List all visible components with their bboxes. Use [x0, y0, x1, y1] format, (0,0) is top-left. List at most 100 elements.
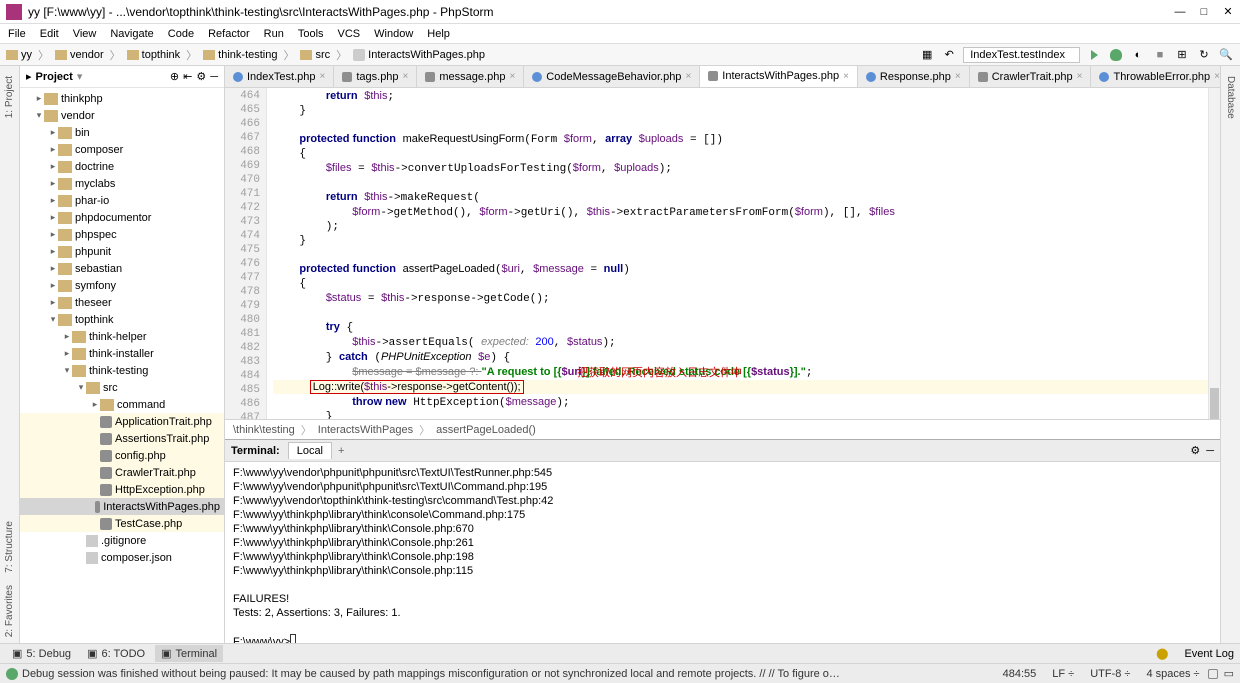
- tree-arrow-icon[interactable]: ▸: [90, 399, 100, 410]
- bottom-tab-6-todo[interactable]: ▣6: TODO: [81, 645, 151, 662]
- sidebar-target-icon[interactable]: ⊕: [170, 70, 179, 83]
- tab-close-icon[interactable]: ×: [403, 71, 409, 82]
- tree-item-think-installer[interactable]: ▸think-installer: [20, 345, 224, 362]
- code-crumb[interactable]: \think\testing: [233, 424, 295, 436]
- tree-item-myclabs[interactable]: ▸myclabs: [20, 175, 224, 192]
- file-tab-throwableerror-php[interactable]: ThrowableError.php×: [1091, 66, 1220, 88]
- editor-scrollbar[interactable]: [1208, 88, 1220, 419]
- sidebar-gear-icon[interactable]: ⚙: [196, 70, 206, 83]
- coverage-button[interactable]: ◐: [1130, 47, 1146, 63]
- minimize-button[interactable]: —: [1174, 6, 1186, 18]
- file-tab-tags-php[interactable]: tags.php×: [334, 66, 417, 88]
- terminal-tab-local[interactable]: Local: [288, 442, 332, 459]
- tree-arrow-icon[interactable]: ▸: [48, 195, 58, 206]
- tree-item-sebastian[interactable]: ▸sebastian: [20, 260, 224, 277]
- tree-item-symfony[interactable]: ▸symfony: [20, 277, 224, 294]
- run-button[interactable]: [1086, 47, 1102, 63]
- code-crumb[interactable]: assertPageLoaded(): [436, 424, 536, 436]
- tree-arrow-icon[interactable]: ▸: [48, 127, 58, 138]
- file-tab-codemessagebehavior-php[interactable]: CodeMessageBehavior.php×: [524, 66, 700, 88]
- tree-arrow-icon[interactable]: ▾: [76, 382, 86, 393]
- tree-item-testcase-php[interactable]: TestCase.php: [20, 515, 224, 532]
- menu-code[interactable]: Code: [168, 28, 194, 40]
- file-tab-indextest-php[interactable]: IndexTest.php×: [225, 66, 334, 88]
- tree-item--gitignore[interactable]: .gitignore: [20, 532, 224, 549]
- bottom-tab-terminal[interactable]: ▣Terminal: [155, 645, 223, 662]
- tree-item-doctrine[interactable]: ▸doctrine: [20, 158, 224, 175]
- code-editor[interactable]: return $this; } protected function makeR…: [267, 88, 1208, 419]
- file-tab-response-php[interactable]: Response.php×: [858, 66, 970, 88]
- crumb-item[interactable]: InteractsWithPages.php: [353, 49, 485, 61]
- tree-arrow-icon[interactable]: ▸: [48, 161, 58, 172]
- favorites-tool-tab[interactable]: 2: Favorites: [2, 579, 17, 643]
- tree-arrow-icon[interactable]: ▸: [48, 229, 58, 240]
- debug-button[interactable]: [1108, 47, 1124, 63]
- tree-arrow-icon[interactable]: ▸: [62, 348, 72, 359]
- tree-item-phpdocumentor[interactable]: ▸phpdocumentor: [20, 209, 224, 226]
- tree-arrow-icon[interactable]: ▸: [48, 144, 58, 155]
- tree-item-phpunit[interactable]: ▸phpunit: [20, 243, 224, 260]
- tree-arrow-icon[interactable]: ▸: [48, 246, 58, 257]
- stop-button[interactable]: ■: [1152, 47, 1168, 63]
- maximize-button[interactable]: □: [1198, 6, 1210, 18]
- tree-item-crawlertrait-php[interactable]: CrawlerTrait.php: [20, 464, 224, 481]
- menu-refactor[interactable]: Refactor: [208, 28, 250, 40]
- terminal-gear-icon[interactable]: ⚙: [1190, 444, 1200, 457]
- menu-run[interactable]: Run: [264, 28, 284, 40]
- terminal-hide-icon[interactable]: ─: [1206, 445, 1214, 457]
- menu-view[interactable]: View: [73, 28, 97, 40]
- update-button[interactable]: ↻: [1196, 47, 1212, 63]
- tree-arrow-icon[interactable]: ▸: [62, 331, 72, 342]
- sidebar-collapse-icon[interactable]: ⇤: [183, 70, 192, 83]
- structure-tool-tab[interactable]: 7: Structure: [2, 515, 17, 579]
- database-tool-tab[interactable]: Database: [1223, 70, 1238, 125]
- scrollbar-thumb[interactable]: [1210, 388, 1219, 419]
- menu-tools[interactable]: Tools: [298, 28, 324, 40]
- tree-arrow-icon[interactable]: ▸: [48, 212, 58, 223]
- close-button[interactable]: ✕: [1222, 6, 1234, 18]
- menu-file[interactable]: File: [8, 28, 26, 40]
- crumb-item[interactable]: vendor: [55, 49, 104, 61]
- code-crumb[interactable]: InteractsWithPages: [318, 424, 413, 436]
- tree-item-applicationtrait-php[interactable]: ApplicationTrait.php: [20, 413, 224, 430]
- tree-item-bin[interactable]: ▸bin: [20, 124, 224, 141]
- tab-close-icon[interactable]: ×: [955, 71, 961, 82]
- tree-arrow-icon[interactable]: ▾: [34, 110, 44, 121]
- tree-arrow-icon[interactable]: ▾: [48, 314, 58, 325]
- tree-arrow-icon[interactable]: ▸: [34, 93, 44, 104]
- file-tab-message-php[interactable]: message.php×: [417, 66, 524, 88]
- tree-item-composer-json[interactable]: composer.json: [20, 549, 224, 566]
- tree-item-phar-io[interactable]: ▸phar-io: [20, 192, 224, 209]
- sidebar-dropdown-icon[interactable]: ▾: [77, 70, 83, 83]
- layout-button[interactable]: ⊞: [1174, 47, 1190, 63]
- tree-item-theseer[interactable]: ▸theseer: [20, 294, 224, 311]
- tree-item-thinkphp[interactable]: ▸thinkphp: [20, 90, 224, 107]
- tree-arrow-icon[interactable]: ▸: [48, 280, 58, 291]
- search-button[interactable]: 🔍: [1218, 47, 1234, 63]
- menu-vcs[interactable]: VCS: [338, 28, 361, 40]
- bottom-tab-5-debug[interactable]: ▣5: Debug: [6, 645, 77, 662]
- tree-item-phpspec[interactable]: ▸phpspec: [20, 226, 224, 243]
- project-tool-tab[interactable]: 1: Project: [2, 70, 17, 124]
- menu-navigate[interactable]: Navigate: [110, 28, 153, 40]
- tree-item-think-helper[interactable]: ▸think-helper: [20, 328, 224, 345]
- tree-item-think-testing[interactable]: ▾think-testing: [20, 362, 224, 379]
- sidebar-hide-icon[interactable]: ─: [210, 71, 218, 83]
- file-tab-crawlertrait-php[interactable]: CrawlerTrait.php×: [970, 66, 1092, 88]
- crumb-item[interactable]: topthink: [127, 49, 181, 61]
- terminal-add-button[interactable]: +: [338, 445, 344, 457]
- tab-close-icon[interactable]: ×: [320, 71, 326, 82]
- menu-help[interactable]: Help: [427, 28, 450, 40]
- menu-edit[interactable]: Edit: [40, 28, 59, 40]
- tree-item-assertionstrait-php[interactable]: AssertionsTrait.php: [20, 430, 224, 447]
- project-tree[interactable]: ▸thinkphp▾vendor▸bin▸composer▸doctrine▸m…: [20, 88, 224, 643]
- crumb-item[interactable]: think-testing: [203, 49, 277, 61]
- tree-arrow-icon[interactable]: ▸: [48, 297, 58, 308]
- tree-item-config-php[interactable]: config.php: [20, 447, 224, 464]
- run-config-dropdown[interactable]: IndexTest.testIndex: [963, 47, 1080, 63]
- tree-arrow-icon[interactable]: ▸: [48, 178, 58, 189]
- file-tab-interactswithpages-php[interactable]: InteractsWithPages.php×: [700, 66, 858, 88]
- tree-item-topthink[interactable]: ▾topthink: [20, 311, 224, 328]
- nav-back-icon[interactable]: ↶: [941, 47, 957, 63]
- crumb-item[interactable]: src: [300, 49, 330, 61]
